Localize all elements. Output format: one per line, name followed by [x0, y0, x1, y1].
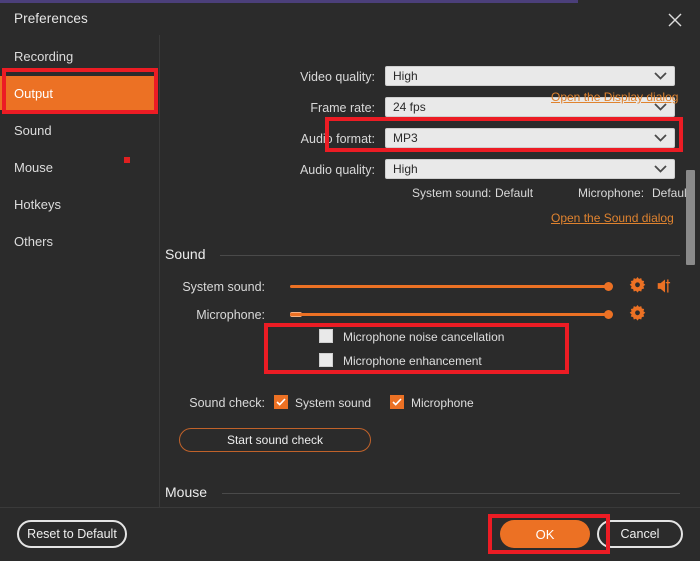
- sidebar-badge-dot: [124, 157, 130, 163]
- system-sound-device-label: System sound:: [412, 186, 491, 200]
- sidebar-item-label: Hotkeys: [14, 197, 61, 212]
- open-display-dialog-link[interactable]: Open the Display dialog: [551, 90, 678, 104]
- microphone-enhancement-checkbox[interactable]: [319, 353, 333, 367]
- sound-check-microphone-label[interactable]: Microphone: [411, 396, 474, 410]
- video-quality-value: High: [393, 69, 418, 83]
- audio-quality-label: Audio quality:: [160, 163, 375, 177]
- settings-panel: Video quality: High Frame rate: 24 fps O…: [160, 35, 700, 507]
- microphone-slider-label: Microphone:: [160, 308, 265, 322]
- audio-quality-select[interactable]: High: [385, 159, 675, 179]
- reset-to-default-button[interactable]: Reset to Default: [17, 520, 127, 548]
- chevron-down-icon: [654, 165, 667, 174]
- audio-format-value: MP3: [393, 131, 418, 145]
- microphone-gear-icon[interactable]: [629, 305, 646, 322]
- window-title: Preferences: [14, 11, 88, 26]
- preferences-dialog: Preferences Recording Output Sound Mouse…: [0, 0, 700, 561]
- system-sound-slider-knob[interactable]: [604, 282, 613, 291]
- microphone-enhancement-label[interactable]: Microphone enhancement: [343, 354, 482, 368]
- audio-format-label: Audio format:: [160, 132, 375, 146]
- scrollbar-thumb[interactable]: [686, 170, 695, 265]
- scrollbar-track[interactable]: [686, 35, 696, 507]
- chevron-down-icon: [654, 72, 667, 81]
- sidebar-item-label: Mouse: [14, 160, 53, 175]
- microphone-slider-knob[interactable]: [604, 310, 613, 319]
- video-quality-select[interactable]: High: [385, 66, 675, 86]
- system-sound-device-value: Default: [495, 186, 533, 200]
- system-sound-slider-label: System sound:: [160, 280, 265, 294]
- video-quality-label: Video quality:: [160, 70, 375, 84]
- sidebar-item-others[interactable]: Others: [0, 224, 158, 258]
- close-icon[interactable]: [658, 5, 692, 35]
- sound-check-system-sound-checkbox[interactable]: [274, 395, 288, 409]
- noise-cancellation-checkbox[interactable]: [319, 329, 333, 343]
- sidebar-item-output[interactable]: Output: [0, 76, 158, 110]
- sidebar-item-recording[interactable]: Recording: [0, 39, 158, 73]
- speaker-icon[interactable]: [656, 278, 674, 294]
- start-sound-check-button[interactable]: Start sound check: [179, 428, 371, 452]
- sound-section-divider: [220, 255, 680, 256]
- title-bar: Preferences: [0, 3, 700, 35]
- frame-rate-label: Frame rate:: [160, 101, 375, 115]
- sound-check-system-sound-label[interactable]: System sound: [295, 396, 371, 410]
- noise-cancellation-label[interactable]: Microphone noise cancellation: [343, 330, 504, 344]
- sidebar-item-hotkeys[interactable]: Hotkeys: [0, 187, 158, 221]
- sound-check-label: Sound check:: [160, 396, 265, 410]
- sidebar-item-label: Others: [14, 234, 53, 249]
- sidebar: Recording Output Sound Mouse Hotkeys Oth…: [0, 35, 160, 507]
- sidebar-item-label: Sound: [14, 123, 52, 138]
- mouse-section-divider: [222, 493, 680, 494]
- microphone-device-value: Default: [652, 186, 690, 200]
- system-sound-slider[interactable]: [290, 285, 610, 288]
- sound-check-microphone-checkbox[interactable]: [390, 395, 404, 409]
- sidebar-item-label: Recording: [14, 49, 73, 64]
- sidebar-item-mouse[interactable]: Mouse: [0, 150, 158, 184]
- audio-quality-value: High: [393, 162, 418, 176]
- microphone-device-label: Microphone:: [578, 186, 644, 200]
- sidebar-item-sound[interactable]: Sound: [0, 113, 158, 147]
- sidebar-item-label: Output: [14, 86, 53, 101]
- chevron-down-icon: [654, 134, 667, 143]
- system-sound-gear-icon[interactable]: [629, 277, 646, 294]
- mouse-section-heading: Mouse: [165, 484, 207, 500]
- cancel-button[interactable]: Cancel: [597, 520, 683, 548]
- frame-rate-value: 24 fps: [393, 100, 426, 114]
- audio-format-select[interactable]: MP3: [385, 128, 675, 148]
- sound-section-heading: Sound: [165, 246, 205, 262]
- dialog-footer: Reset to Default OK Cancel: [0, 507, 700, 561]
- ok-button[interactable]: OK: [500, 520, 590, 548]
- microphone-slider[interactable]: [290, 313, 610, 316]
- open-sound-dialog-link[interactable]: Open the Sound dialog: [551, 211, 674, 225]
